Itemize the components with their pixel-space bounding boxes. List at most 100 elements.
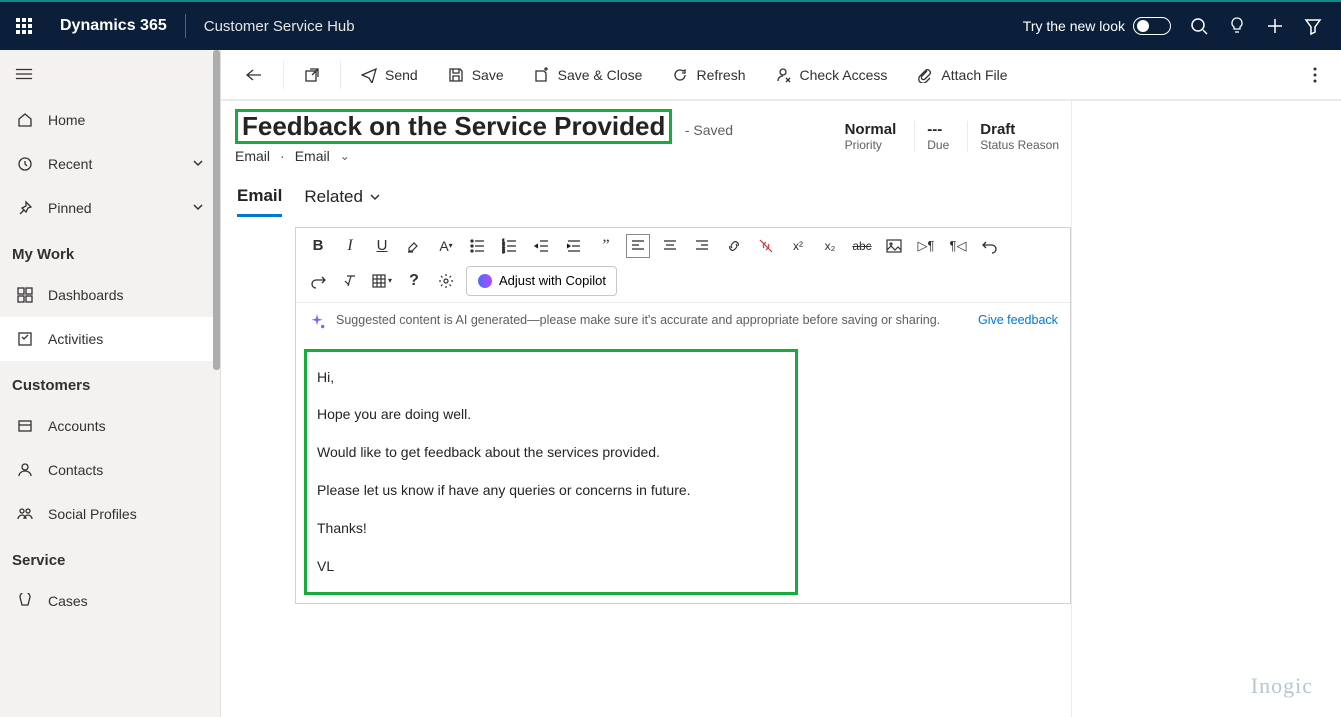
- sidebar-item-label: Home: [48, 112, 85, 128]
- sidebar-item-recent[interactable]: Recent: [0, 142, 220, 186]
- meta-due[interactable]: --- Due: [914, 121, 949, 152]
- search-icon[interactable]: [1189, 16, 1209, 36]
- sidebar-item-pinned[interactable]: Pinned: [0, 186, 220, 230]
- rtl-button[interactable]: ¶◁: [946, 234, 970, 258]
- save-button[interactable]: Save: [434, 53, 518, 97]
- command-bar: Send Save Save & Close Refresh Check Acc…: [221, 50, 1341, 100]
- refresh-icon: [672, 67, 688, 83]
- chevron-down-icon[interactable]: ⌄: [340, 149, 350, 163]
- save-close-button[interactable]: Save & Close: [520, 53, 657, 97]
- subscript-button[interactable]: x₂: [818, 234, 842, 258]
- superscript-button[interactable]: x²: [786, 234, 810, 258]
- indent-button[interactable]: [562, 234, 586, 258]
- cases-icon: [16, 593, 34, 609]
- pin-icon: [16, 200, 34, 216]
- sidebar-item-label: Dashboards: [48, 287, 124, 303]
- underline-button[interactable]: U: [370, 234, 394, 258]
- settings-button[interactable]: [434, 269, 458, 293]
- email-line: Hi,: [317, 366, 785, 390]
- sidebar-item-social[interactable]: Social Profiles: [0, 492, 220, 536]
- number-list-button[interactable]: 123: [498, 234, 522, 258]
- cmd-label: Send: [385, 67, 418, 83]
- send-button[interactable]: Send: [347, 53, 432, 97]
- brand-label: Dynamics 365: [60, 17, 167, 35]
- undo-button[interactable]: [978, 234, 1002, 258]
- try-new-label: Try the new look: [1023, 18, 1125, 34]
- image-button[interactable]: [882, 234, 906, 258]
- italic-button[interactable]: I: [338, 234, 362, 258]
- strikethrough-button[interactable]: abc: [850, 234, 874, 258]
- sidebar-item-contacts[interactable]: Contacts: [0, 448, 220, 492]
- email-line: Hope you are doing well.: [317, 403, 785, 427]
- separator: [185, 14, 186, 38]
- sidebar-item-home[interactable]: Home: [0, 98, 220, 142]
- sidebar-item-label: Recent: [48, 156, 92, 172]
- table-button[interactable]: ▾: [370, 269, 394, 293]
- try-new-look[interactable]: Try the new look: [1023, 17, 1171, 35]
- sidebar-section-mywork: My Work: [0, 230, 220, 273]
- highlight-button[interactable]: [402, 234, 426, 258]
- activities-icon: [16, 331, 34, 347]
- check-access-button[interactable]: Check Access: [761, 53, 901, 97]
- social-icon: [16, 506, 34, 522]
- overflow-button[interactable]: [1299, 53, 1331, 97]
- sidebar-toggle-button[interactable]: [0, 50, 48, 98]
- sidebar-item-accounts[interactable]: Accounts: [0, 404, 220, 448]
- sidebar-scrollbar[interactable]: [213, 50, 220, 370]
- link-button[interactable]: [722, 234, 746, 258]
- cmd-label: Save: [472, 67, 504, 83]
- app-launcher-button[interactable]: [0, 2, 48, 50]
- bold-button[interactable]: B: [306, 234, 330, 258]
- sidebar-section-customers: Customers: [0, 361, 220, 404]
- sidebar-item-label: Cases: [48, 593, 88, 609]
- record-title: Feedback on the Service Provided: [242, 111, 665, 141]
- meta-priority[interactable]: Normal Priority: [833, 121, 897, 152]
- try-new-toggle[interactable]: [1133, 17, 1171, 35]
- sidebar-item-cases[interactable]: Cases: [0, 579, 220, 623]
- cmd-label: Check Access: [799, 67, 887, 83]
- copilot-button[interactable]: Adjust with Copilot: [466, 266, 617, 296]
- watermark: Inogic: [1251, 673, 1313, 699]
- top-bar: Dynamics 365 Customer Service Hub Try th…: [0, 0, 1341, 50]
- filter-icon[interactable]: [1303, 16, 1323, 36]
- contact-icon: [16, 462, 34, 478]
- sidebar-item-activities[interactable]: Activities: [0, 317, 220, 361]
- align-center-button[interactable]: [658, 234, 682, 258]
- align-right-button[interactable]: [690, 234, 714, 258]
- email-line: VL: [317, 555, 785, 579]
- lightbulb-icon[interactable]: [1227, 16, 1247, 36]
- form-selector[interactable]: Email: [295, 148, 330, 164]
- cmd-label: Refresh: [696, 67, 745, 83]
- align-left-button[interactable]: [626, 234, 650, 258]
- email-line: Please let us know if have any queries o…: [317, 479, 785, 503]
- dashboard-icon: [16, 287, 34, 303]
- quote-button[interactable]: ”: [594, 234, 618, 258]
- back-button[interactable]: [231, 53, 277, 97]
- cmd-label: Save & Close: [558, 67, 643, 83]
- save-close-icon: [534, 67, 550, 83]
- meta-status[interactable]: Draft Status Reason: [967, 121, 1059, 152]
- attach-file-button[interactable]: Attach File: [903, 53, 1021, 97]
- email-body-highlight[interactable]: Hi, Hope you are doing well. Would like …: [304, 349, 798, 596]
- tab-related[interactable]: Related: [304, 186, 381, 217]
- copilot-icon: [477, 273, 493, 289]
- chevron-down-icon: [369, 191, 381, 203]
- clear-format-button[interactable]: [338, 269, 362, 293]
- sparkle-icon: [308, 313, 326, 331]
- give-feedback-link[interactable]: Give feedback: [978, 313, 1058, 327]
- app-name[interactable]: Customer Service Hub: [204, 18, 355, 35]
- email-line: Would like to get feedback about the ser…: [317, 441, 785, 465]
- saved-status: - Saved: [685, 122, 733, 138]
- outdent-button[interactable]: [530, 234, 554, 258]
- add-icon[interactable]: [1265, 16, 1285, 36]
- refresh-button[interactable]: Refresh: [658, 53, 759, 97]
- redo-button[interactable]: [306, 269, 330, 293]
- bullet-list-button[interactable]: [466, 234, 490, 258]
- sidebar-item-dashboards[interactable]: Dashboards: [0, 273, 220, 317]
- ltr-button[interactable]: ▷¶: [914, 234, 938, 258]
- font-color-button[interactable]: A▾: [434, 234, 458, 258]
- help-button[interactable]: ?: [402, 269, 426, 293]
- tab-email[interactable]: Email: [237, 186, 282, 217]
- popout-button[interactable]: [290, 53, 334, 97]
- unlink-button[interactable]: [754, 234, 778, 258]
